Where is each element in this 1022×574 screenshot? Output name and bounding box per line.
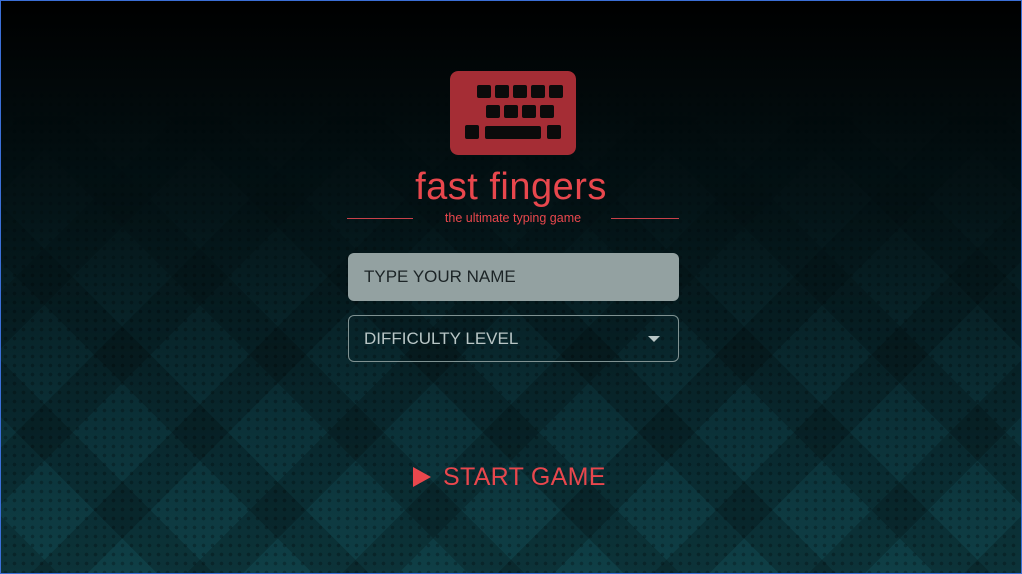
game-title: fast fingers (415, 166, 607, 208)
name-input[interactable] (348, 253, 679, 301)
play-icon (413, 467, 431, 487)
caret-down-icon (648, 336, 660, 342)
start-screen: fast fingers the ultimate typing game DI… (0, 0, 1022, 574)
tagline-row: the ultimate typing game (347, 209, 679, 227)
difficulty-label: DIFFICULTY LEVEL (364, 329, 519, 348)
difficulty-select[interactable]: DIFFICULTY LEVEL (348, 315, 679, 362)
keyboard-icon (450, 71, 576, 155)
start-game-label: START GAME (443, 462, 606, 491)
tagline-divider-right (611, 218, 679, 219)
start-game-button[interactable]: START GAME (409, 457, 606, 497)
